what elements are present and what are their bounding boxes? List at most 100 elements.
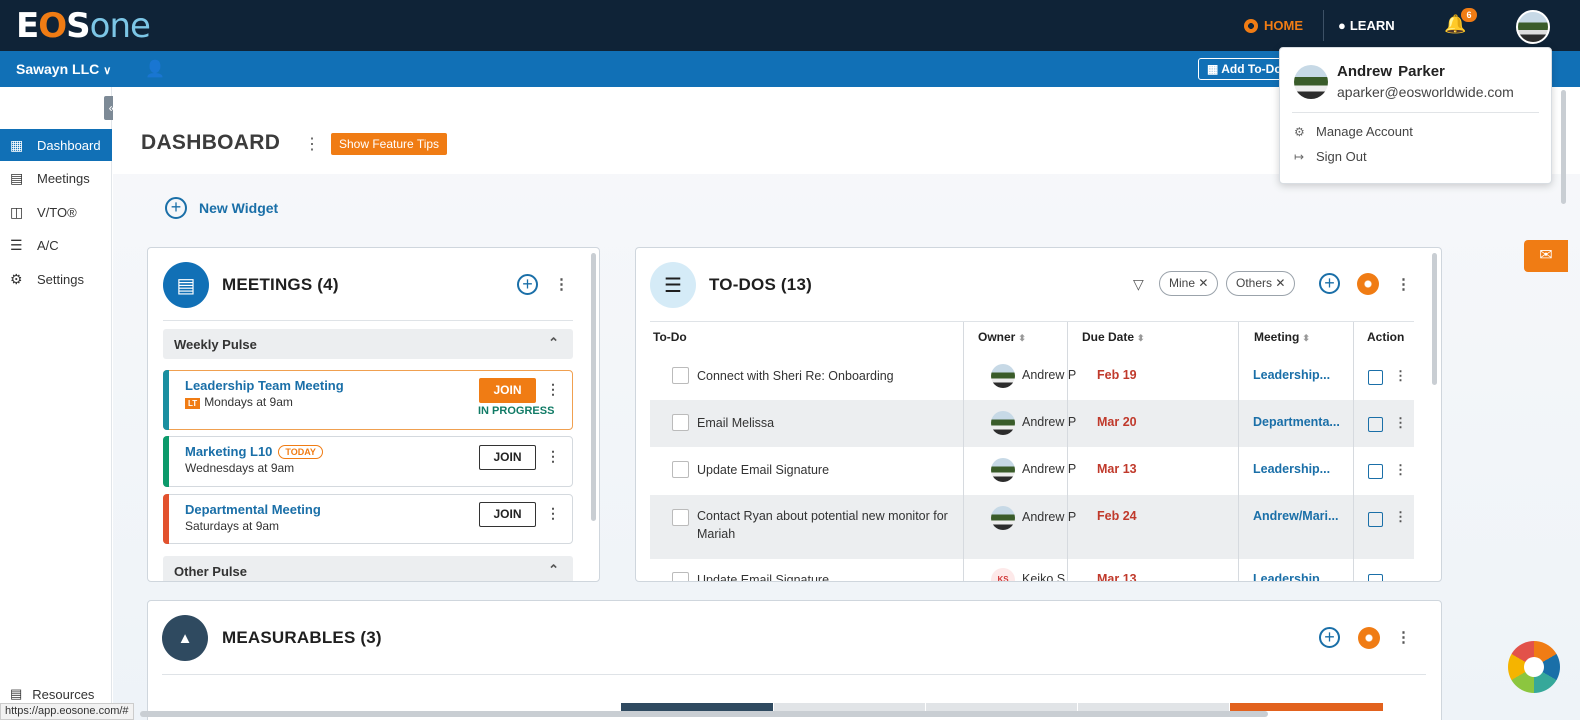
join-button[interactable]: JOIN bbox=[479, 502, 536, 527]
due-date[interactable]: Mar 20 bbox=[1097, 415, 1137, 429]
add-meeting-button[interactable]: + bbox=[517, 274, 538, 295]
logo-letter-e: E bbox=[16, 6, 39, 46]
measurables-tab[interactable] bbox=[1230, 703, 1383, 711]
measurables-tab[interactable] bbox=[926, 703, 1077, 711]
add-todo-button[interactable]: ▦ Add To-Do bbox=[1198, 58, 1288, 80]
todos-scrollbar[interactable] bbox=[1432, 253, 1437, 385]
home-nav-link[interactable]: HOME bbox=[1244, 0, 1303, 51]
todo-checkbox[interactable] bbox=[672, 572, 689, 581]
show-feature-tips-button[interactable]: Show Feature Tips bbox=[331, 133, 448, 155]
column-header-owner[interactable]: Owner ⬍ bbox=[978, 330, 1026, 344]
meeting-name[interactable]: Leadership Team Meeting bbox=[185, 378, 344, 393]
company-switcher[interactable]: Sawayn LLC ∨ bbox=[16, 61, 111, 77]
column-header-due-date[interactable]: Due Date ⬍ bbox=[1082, 330, 1145, 344]
todos-kebab-icon[interactable]: ⋮ bbox=[1396, 275, 1411, 293]
todo-text[interactable]: Connect with Sheri Re: Onboarding bbox=[697, 367, 977, 385]
sidebar-item-settings[interactable]: ⚙ Settings bbox=[0, 263, 112, 295]
todo-text[interactable]: Update Email Signature bbox=[697, 571, 977, 581]
meeting-group-weekly-pulse[interactable]: Weekly Pulse ⌃ bbox=[163, 329, 573, 359]
new-widget-button[interactable]: + New Widget bbox=[165, 197, 278, 219]
row-kebab-icon[interactable]: ⋮ bbox=[1394, 368, 1407, 384]
table-row[interactable]: Connect with Sheri Re: Onboarding Andrew… bbox=[650, 352, 1414, 400]
todo-text[interactable]: Email Melissa bbox=[697, 414, 977, 432]
feedback-chat-icon[interactable]: ✉ bbox=[1524, 240, 1568, 272]
add-measurable-button[interactable]: + bbox=[1319, 627, 1340, 648]
due-date[interactable]: Feb 19 bbox=[1097, 368, 1137, 382]
meeting-name[interactable]: Departmental Meeting bbox=[185, 502, 321, 517]
column-header-todo[interactable]: To-Do bbox=[653, 330, 687, 344]
measurables-tab[interactable] bbox=[774, 703, 925, 711]
due-date[interactable]: Mar 13 bbox=[1097, 462, 1137, 476]
note-icon[interactable] bbox=[1368, 370, 1383, 385]
measurables-tab[interactable] bbox=[1078, 703, 1229, 711]
learn-nav-link[interactable]: ● LEARN bbox=[1338, 0, 1395, 51]
meeting-item-marketing[interactable]: Marketing L10 TODAY Wednesdays at 9am JOI… bbox=[163, 436, 573, 487]
row-kebab-icon[interactable]: ⋮ bbox=[1394, 462, 1407, 478]
eos-ring-icon[interactable] bbox=[1358, 627, 1380, 649]
due-date[interactable]: Mar 13 bbox=[1097, 572, 1137, 581]
meeting-link[interactable]: Leadership... bbox=[1253, 462, 1330, 476]
meeting-kebab-icon[interactable]: ⋮ bbox=[546, 448, 560, 465]
help-wheel-icon[interactable] bbox=[1508, 641, 1560, 693]
sidebar-item-label: Settings bbox=[37, 271, 84, 287]
todo-text[interactable]: Update Email Signature bbox=[697, 461, 977, 479]
sign-out-menu-item[interactable]: ↦ Sign Out bbox=[1294, 149, 1367, 164]
note-icon[interactable] bbox=[1368, 417, 1383, 432]
note-icon[interactable] bbox=[1368, 574, 1383, 581]
owner-name: Andrew P bbox=[1022, 462, 1077, 476]
todo-checkbox[interactable] bbox=[672, 414, 689, 431]
join-button[interactable]: JOIN bbox=[479, 445, 536, 470]
add-user-icon[interactable]: 👤 bbox=[145, 59, 165, 79]
sidebar-item-ac[interactable]: ☰ A/C bbox=[0, 229, 112, 261]
measurables-tab[interactable] bbox=[621, 703, 773, 711]
meeting-kebab-icon[interactable]: ⋮ bbox=[546, 505, 560, 522]
eos-ring-icon[interactable] bbox=[1357, 273, 1379, 295]
todo-text[interactable]: Contact Ryan about potential new monitor… bbox=[697, 507, 977, 543]
meeting-item-departmental[interactable]: Departmental Meeting Saturdays at 9am JO… bbox=[163, 494, 573, 544]
table-row[interactable]: Email Melissa Andrew P Mar 20 Department… bbox=[650, 400, 1414, 447]
join-button[interactable]: JOIN bbox=[479, 378, 536, 403]
meeting-link[interactable]: Departmenta... bbox=[1253, 415, 1340, 429]
close-icon[interactable]: ✕ bbox=[1275, 276, 1285, 290]
horizontal-scrollbar[interactable] bbox=[140, 711, 1268, 717]
filter-icon[interactable]: ▽ bbox=[1133, 276, 1144, 293]
sidebar-item-label: Resources bbox=[32, 686, 95, 702]
meeting-link[interactable]: Andrew/Mari... bbox=[1253, 509, 1338, 523]
meeting-item-leadership[interactable]: Leadership Team Meeting LT Mondays at 9am… bbox=[163, 370, 573, 430]
page-scrollbar[interactable] bbox=[1561, 90, 1566, 204]
todo-checkbox[interactable] bbox=[672, 509, 689, 526]
meeting-link[interactable]: Leadership... bbox=[1253, 368, 1330, 382]
sidebar-item-meetings[interactable]: ▤ Meetings bbox=[0, 162, 112, 194]
table-row[interactable]: Contact Ryan about potential new monitor… bbox=[650, 495, 1414, 559]
row-kebab-icon[interactable]: ⋮ bbox=[1394, 509, 1407, 525]
measurables-kebab-icon[interactable]: ⋮ bbox=[1396, 628, 1411, 646]
user-avatar-button[interactable] bbox=[1516, 10, 1550, 44]
close-icon[interactable]: ✕ bbox=[1198, 276, 1208, 290]
table-row[interactable]: Update Email Signature Andrew P Mar 13 L… bbox=[650, 447, 1414, 495]
meeting-link[interactable]: Leadership... bbox=[1253, 572, 1330, 581]
meetings-kebab-icon[interactable]: ⋮ bbox=[554, 275, 569, 293]
filter-chip-others[interactable]: Others ✕ bbox=[1226, 271, 1296, 296]
todo-checkbox[interactable] bbox=[672, 461, 689, 478]
row-kebab-icon[interactable]: ⋮ bbox=[1394, 415, 1407, 431]
meetings-scrollbar[interactable] bbox=[591, 253, 596, 521]
due-date[interactable]: Feb 24 bbox=[1097, 509, 1137, 523]
document-icon: ▤ bbox=[10, 686, 23, 701]
todo-checkbox[interactable] bbox=[672, 367, 689, 384]
manage-account-menu-item[interactable]: ⚙ Manage Account bbox=[1294, 124, 1413, 139]
meeting-group-other-pulse[interactable]: Other Pulse ⌃ bbox=[163, 556, 573, 581]
meeting-name[interactable]: Marketing L10 TODAY bbox=[185, 444, 323, 459]
add-todo-widget-button[interactable]: + bbox=[1319, 273, 1340, 294]
meeting-kebab-icon[interactable]: ⋮ bbox=[546, 381, 560, 398]
filter-chip-mine[interactable]: Mine ✕ bbox=[1159, 271, 1219, 296]
column-header-meeting[interactable]: Meeting ⬍ bbox=[1254, 330, 1310, 344]
page-menu-kebab-icon[interactable]: ⋮ bbox=[304, 134, 320, 154]
note-icon[interactable] bbox=[1368, 464, 1383, 479]
eos-one-logo[interactable]: EOSone bbox=[16, 6, 151, 46]
sidebar-item-dashboard[interactable]: ▦ Dashboard bbox=[0, 129, 112, 161]
table-row[interactable]: Update Email Signature KS Keiko S Mar 13… bbox=[650, 559, 1414, 581]
sidebar-item-resources[interactable]: ▤ Resources bbox=[10, 686, 94, 702]
sidebar-item-vto[interactable]: ◫ V/TO® bbox=[0, 196, 112, 228]
divider bbox=[650, 321, 1414, 322]
note-icon[interactable] bbox=[1368, 512, 1383, 527]
